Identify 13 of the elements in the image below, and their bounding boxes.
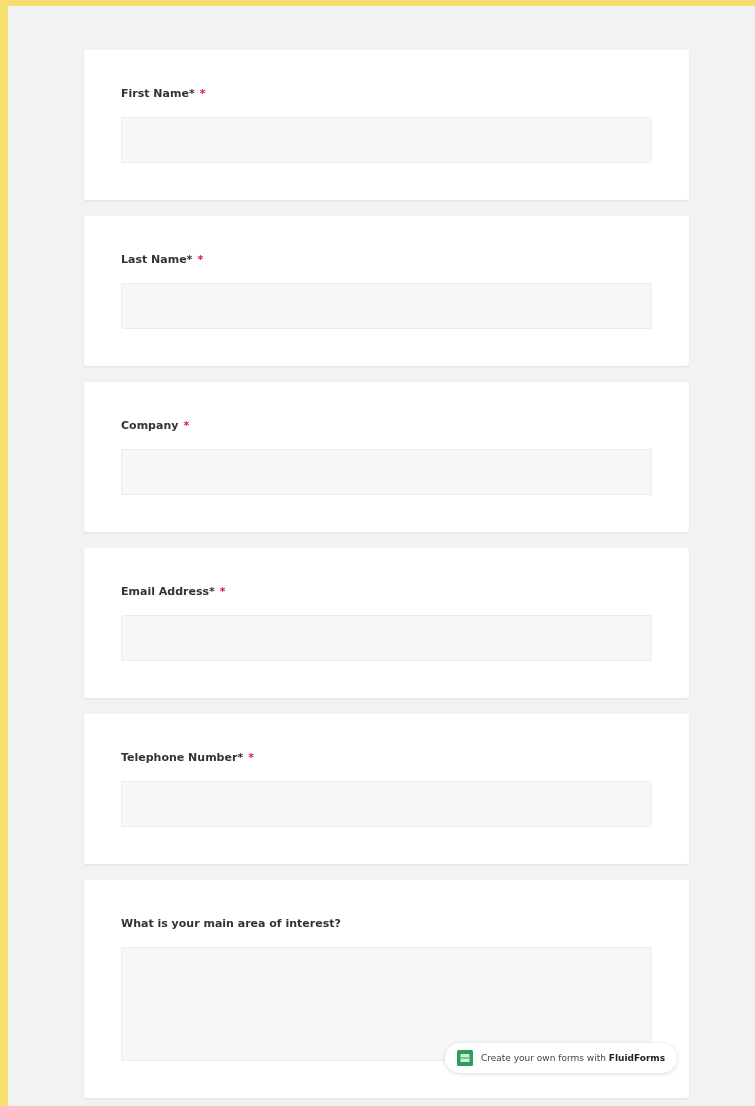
field-label: Telephone Number* xyxy=(121,750,244,766)
promo-badge[interactable]: Create your own forms with FluidForms xyxy=(445,1043,678,1073)
required-mark: * xyxy=(183,418,190,434)
field-label: Last Name* xyxy=(121,252,193,268)
field-label: First Name* xyxy=(121,86,195,102)
required-mark: * xyxy=(219,584,226,600)
field-label: Email Address* xyxy=(121,584,215,600)
sheet-icon xyxy=(457,1050,473,1066)
field-label: Company xyxy=(121,418,179,434)
required-mark: * xyxy=(197,252,204,268)
required-mark: * xyxy=(248,750,254,766)
required-mark: * xyxy=(199,86,206,102)
field-label: What is your main area of interest? xyxy=(121,916,341,932)
